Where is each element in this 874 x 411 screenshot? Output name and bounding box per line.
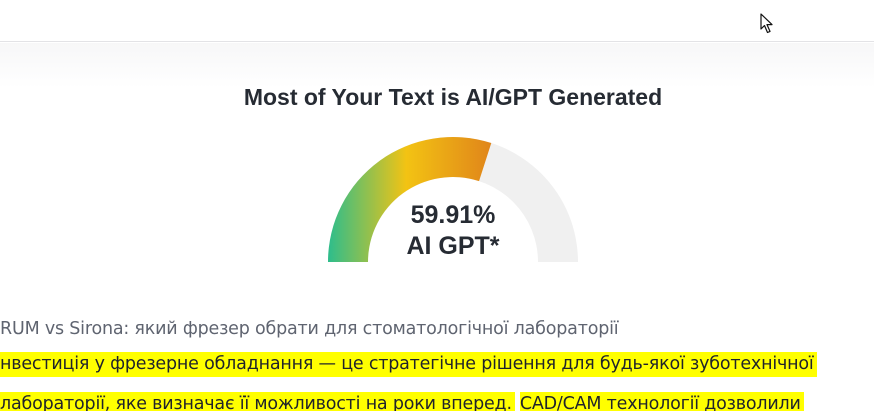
analyzed-text-line: лабораторії, яке визначає її можливості …: [0, 389, 804, 411]
mouse-pointer-icon: [760, 13, 773, 34]
highlighted-sentence: CAD/CAM технології дозволили: [519, 392, 804, 411]
top-bar: [0, 0, 874, 42]
result-headline: Most of Your Text is AI/GPT Generated: [243, 84, 663, 110]
highlighted-sentence: нвестиція у фрезерне обладнання — це стр…: [0, 352, 817, 377]
analyzed-text-line: нвестиція у фрезерне обладнання — це стр…: [0, 349, 817, 379]
ai-label: AI GPT*: [406, 232, 500, 260]
highlighted-sentence: лабораторії, яке визначає її можливості …: [0, 392, 515, 411]
analyzed-text-title: RUM vs Sirona: який фрезер обрати для ст…: [0, 319, 619, 339]
ai-percentage: 59.91%: [410, 201, 496, 229]
